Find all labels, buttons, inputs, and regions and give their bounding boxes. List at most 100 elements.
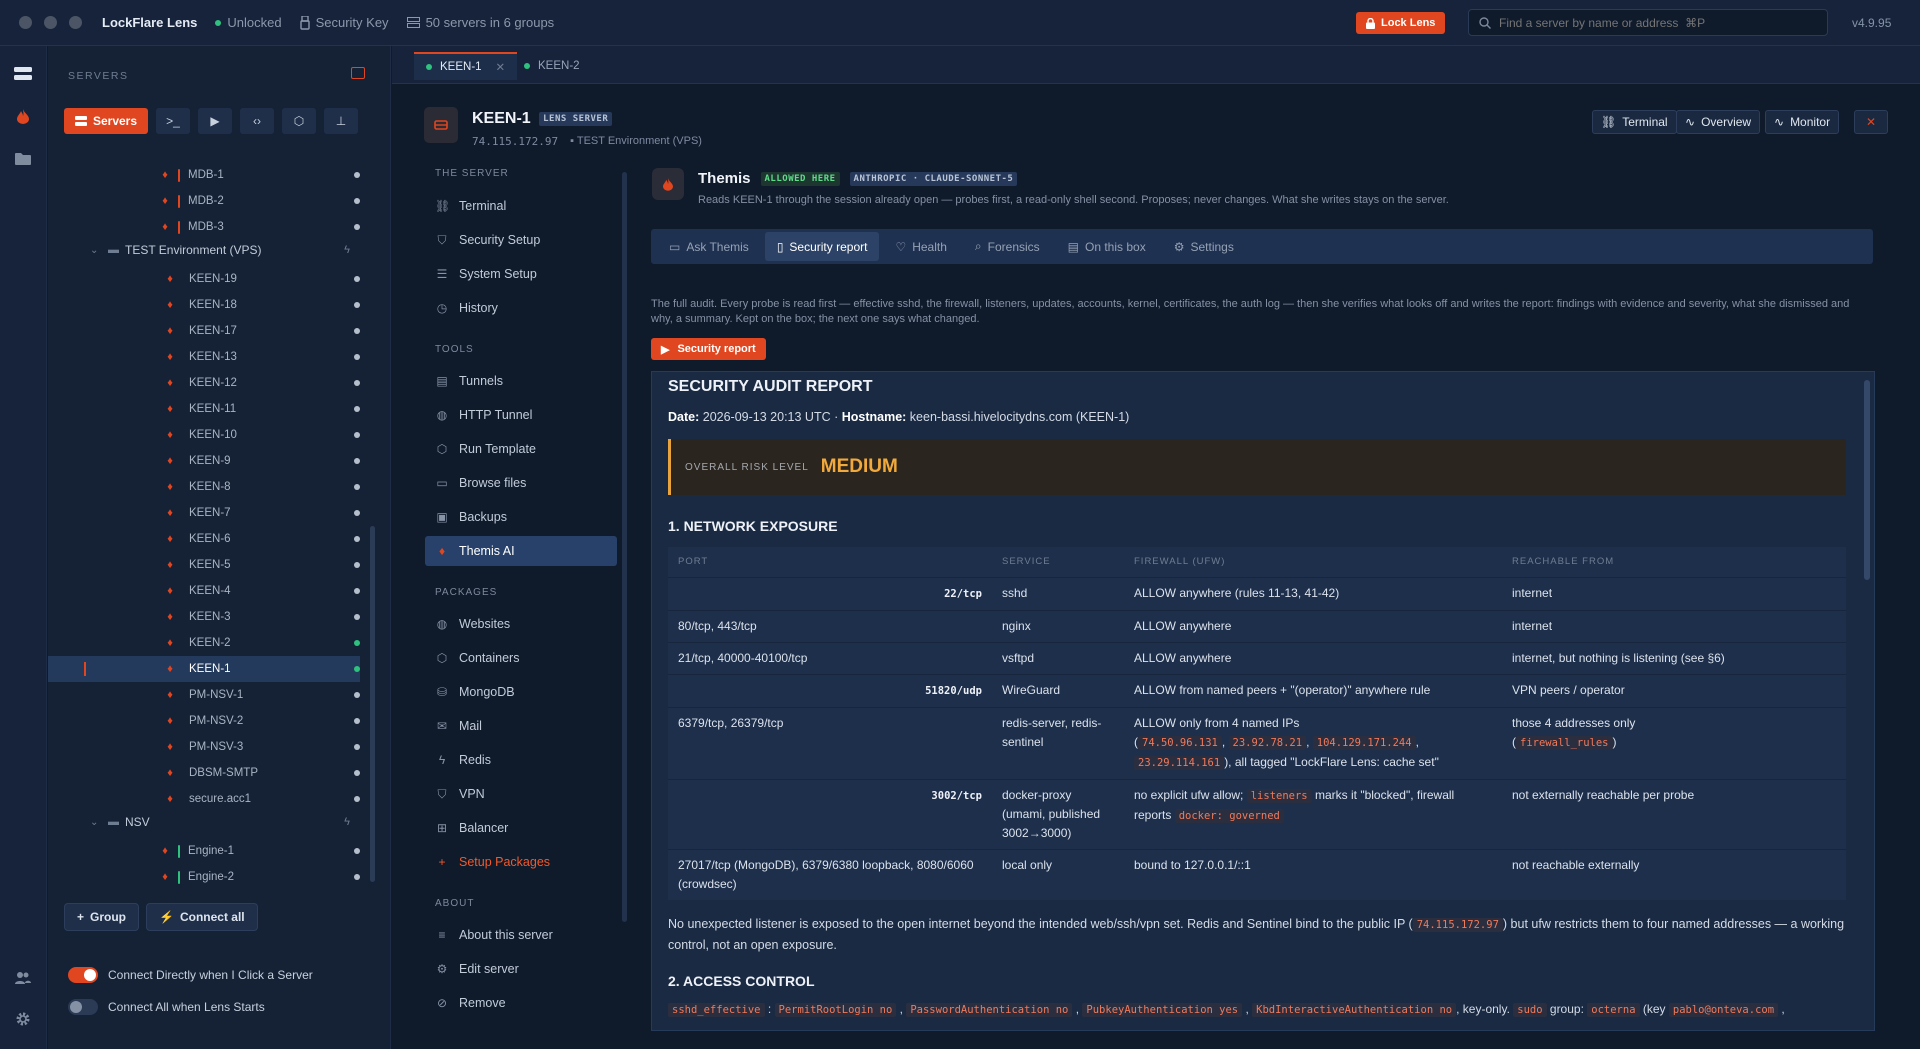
server-row[interactable]: ♦ MDB-1	[48, 162, 360, 188]
collapse-sidebar-icon[interactable]	[351, 67, 365, 79]
tab-keen-2[interactable]: KEEN-2	[512, 52, 592, 80]
server-row[interactable]: ♦ KEEN-4	[48, 578, 360, 604]
server-row[interactable]: ♦ KEEN-17	[48, 318, 360, 344]
flame-icon: ♦	[167, 429, 173, 441]
status-dot-icon	[354, 718, 360, 724]
server-row[interactable]: ♦ KEEN-18	[48, 292, 360, 318]
add-group-button[interactable]: + Group	[64, 903, 140, 931]
nav-history[interactable]: ◷ History	[425, 293, 617, 323]
nav-http-tunnel[interactable]: ◍ HTTP Tunnel	[425, 400, 617, 430]
monitor-button[interactable]: ∿ Monitor	[1765, 110, 1840, 134]
nav-balancer[interactable]: ⊞ Balancer	[425, 813, 617, 843]
server-row[interactable]: ♦ secure.acc1	[48, 786, 360, 812]
server-row[interactable]: ♦ MDB-3	[48, 214, 360, 240]
server-row[interactable]: ♦ PM-NSV-1	[48, 682, 360, 708]
themis-flame-icon[interactable]	[12, 105, 34, 127]
tab-keen-1[interactable]: KEEN-1 ✕	[414, 52, 518, 80]
gear-icon[interactable]	[12, 1008, 34, 1030]
search-input[interactable]	[1499, 15, 1799, 30]
nav-mail[interactable]: ✉ Mail	[425, 711, 617, 741]
nav-vpn[interactable]: ⛉ VPN	[425, 779, 617, 809]
nav-run-template[interactable]: ⬡ Run Template	[425, 434, 617, 464]
server-row[interactable]: ♦ KEEN-3	[48, 604, 360, 630]
nav-redis[interactable]: ϟ Redis	[425, 745, 617, 775]
server-row[interactable]: ♦ MDB-2	[48, 188, 360, 214]
nav-mongodb[interactable]: ⛁ MongoDB	[425, 677, 617, 707]
flame-icon: ♦	[167, 741, 173, 753]
server-row[interactable]: ♦ KEEN-19	[48, 266, 360, 292]
close-window-button[interactable]	[19, 16, 32, 29]
server-search[interactable]: ⌘P	[1468, 9, 1828, 36]
status-dot-icon	[354, 666, 360, 672]
nav-edit[interactable]: ⚙ Edit server	[425, 954, 617, 984]
overview-button[interactable]: ∿ Overview	[1676, 110, 1761, 134]
terminal-button[interactable]: ⛓ Terminal	[1592, 110, 1677, 134]
terminal-view-button[interactable]: >_	[156, 108, 190, 134]
nav-backups[interactable]: ▣ Backups	[425, 502, 617, 532]
minimize-window-button[interactable]	[44, 16, 57, 29]
server-group[interactable]: ⌄ ▬ NSV ϟ	[48, 810, 360, 834]
play-view-button[interactable]: ▶	[198, 108, 232, 134]
disconnect-button[interactable]: ✕	[1854, 110, 1888, 134]
server-row[interactable]: ♦ KEEN-11	[48, 396, 360, 422]
users-icon[interactable]	[12, 966, 34, 988]
connect-directly-toggle[interactable]	[68, 967, 98, 983]
server-row[interactable]: ♦ PM-NSV-2	[48, 708, 360, 734]
server-row[interactable]: ♦ KEEN-13	[48, 344, 360, 370]
bolt-icon[interactable]: ϟ	[344, 816, 350, 828]
nav-remove[interactable]: ⊘ Remove	[425, 988, 617, 1018]
server-row[interactable]: ♦ KEEN-7	[48, 500, 360, 526]
topology-view-button[interactable]: ⊥	[324, 108, 358, 134]
folder-icon[interactable]	[12, 147, 34, 169]
nav-system-setup[interactable]: ☰ System Setup	[425, 259, 617, 289]
nav-themis-ai[interactable]: ♦ Themis AI	[425, 536, 617, 566]
server-row[interactable]: ♦ KEEN-6	[48, 526, 360, 552]
nav-browse-files[interactable]: ▭ Browse files	[425, 468, 617, 498]
nav-terminal[interactable]: ⛓ Terminal	[425, 191, 617, 221]
tab-forensics[interactable]: ⌕ Forensics	[963, 232, 1052, 261]
nav-scrollbar[interactable]	[622, 172, 627, 922]
tab-ask-themis[interactable]: ▭ Ask Themis	[657, 232, 761, 261]
nav-setup-packages[interactable]: + Setup Packages	[425, 847, 617, 877]
nav-tunnels[interactable]: ▤ Tunnels	[425, 366, 617, 396]
server-row[interactable]: ♦ KEEN-2	[48, 630, 360, 656]
server-row[interactable]: ♦ Engine-1	[48, 838, 360, 864]
nav-about[interactable]: ≡ About this server	[425, 920, 617, 950]
connect-all-on-start-toggle[interactable]	[68, 999, 98, 1015]
nav-containers[interactable]: ⬡ Containers	[425, 643, 617, 673]
code-view-button[interactable]: ‹›	[240, 108, 274, 134]
nav-security-setup[interactable]: ⛉ Security Setup	[425, 225, 617, 255]
security-key-indicator[interactable]: Security Key	[299, 15, 389, 30]
bolt-icon[interactable]: ϟ	[344, 244, 350, 256]
nav-websites[interactable]: ◍ Websites	[425, 609, 617, 639]
lock-lens-button[interactable]: Lock Lens	[1356, 12, 1446, 34]
ac-code: octerna	[1587, 1003, 1640, 1017]
server-row[interactable]: ♦ KEEN-1	[48, 656, 360, 682]
hierarchy-icon: ⊥	[335, 114, 347, 128]
tab-label: On this box	[1085, 239, 1146, 254]
maximize-window-button[interactable]	[69, 16, 82, 29]
server-row[interactable]: ♦ KEEN-12	[48, 370, 360, 396]
server-row[interactable]: ♦ KEEN-5	[48, 552, 360, 578]
terminal-icon: >_	[166, 114, 180, 128]
run-security-report-button[interactable]: ▶ Security report	[651, 338, 766, 360]
tab-on-this-box[interactable]: ▤ On this box	[1056, 232, 1158, 261]
server-row[interactable]: ♦ KEEN-8	[48, 474, 360, 500]
servers-view-button[interactable]: Servers	[64, 108, 148, 134]
tab-security-report[interactable]: ▯ Security report	[764, 232, 880, 261]
connect-all-button[interactable]: ⚡ Connect all	[146, 903, 258, 931]
close-tab-icon[interactable]: ✕	[496, 60, 506, 74]
sidebar-scrollbar[interactable]	[370, 526, 375, 882]
tab-settings[interactable]: ⚙ Settings	[1162, 232, 1246, 261]
nav-label: Browse files	[459, 476, 527, 490]
package-view-button[interactable]: ⬡	[282, 108, 316, 134]
tab-health[interactable]: ♡ Health	[883, 232, 958, 261]
server-row[interactable]: ♦ DBSM-SMTP	[48, 760, 360, 786]
server-group[interactable]: ⌄ ▬ TEST Environment (VPS) ϟ	[48, 238, 360, 262]
server-row[interactable]: ♦ KEEN-9	[48, 448, 360, 474]
servers-rail-icon[interactable]	[12, 63, 34, 85]
report-scrollbar[interactable]	[1864, 380, 1870, 580]
server-row[interactable]: ♦ KEEN-10	[48, 422, 360, 448]
server-row[interactable]: ♦ Engine-2	[48, 864, 360, 890]
server-row[interactable]: ♦ PM-NSV-3	[48, 734, 360, 760]
